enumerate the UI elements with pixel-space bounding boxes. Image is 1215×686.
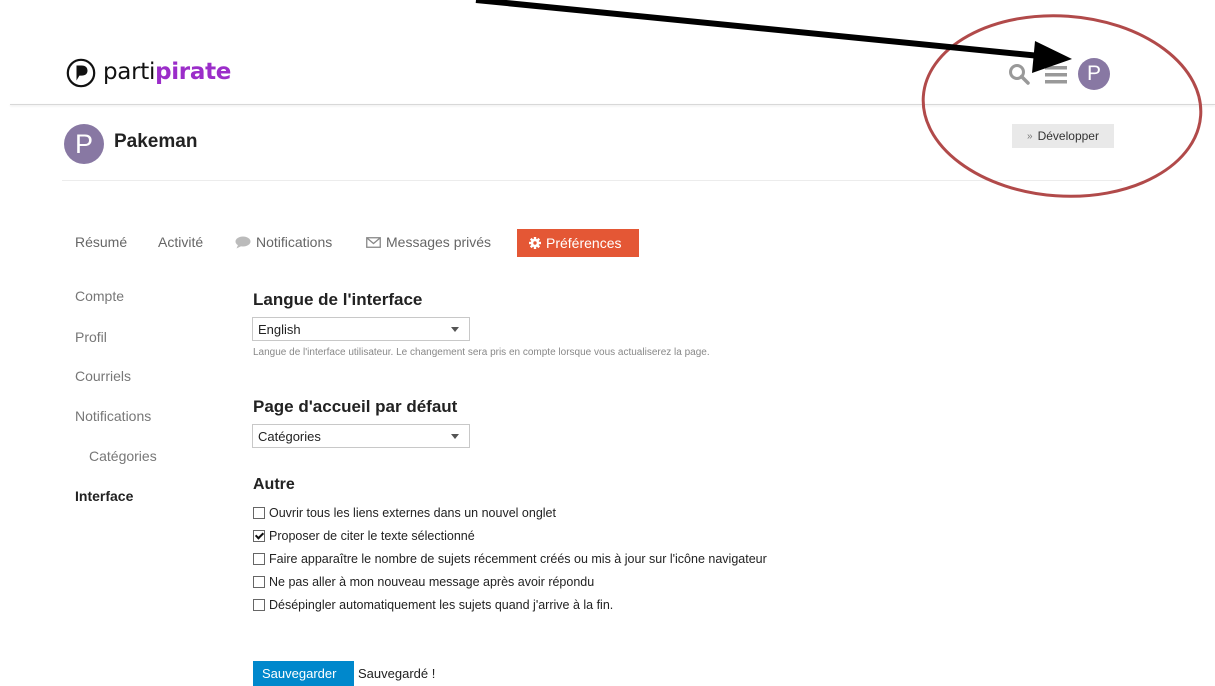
current-user-avatar[interactable]: P — [1078, 58, 1110, 90]
tab-notifications-label: Notifications — [256, 234, 333, 250]
default-home-select[interactable]: Catégories — [252, 424, 470, 448]
default-home-value: Catégories — [258, 428, 321, 444]
speech-bubble-icon — [235, 236, 251, 248]
pirate-party-logo-icon — [66, 58, 96, 88]
tab-activity[interactable]: Activité — [158, 234, 203, 250]
tab-private-messages-label: Messages privés — [386, 234, 492, 250]
option-label: Ouvrir tous les liens externes dans un n… — [269, 506, 556, 520]
user-divider — [62, 180, 1122, 181]
other-title: Autre — [253, 476, 295, 493]
interface-language-value: English — [258, 321, 301, 337]
checkbox[interactable] — [253, 553, 265, 565]
envelope-icon — [366, 236, 381, 248]
annotation-overlay — [475, 0, 1203, 198]
checkbox-checked[interactable] — [253, 530, 265, 542]
tab-summary[interactable]: Résumé — [75, 234, 127, 250]
header-divider — [10, 104, 1215, 105]
logo-prefix: parti — [103, 59, 156, 85]
option-label: Désépingler automatiquement les sujets q… — [269, 598, 614, 612]
logo[interactable]: partipirate — [66, 58, 231, 88]
tab-preferences[interactable]: Préférences — [517, 229, 639, 257]
sidebar-item-interface[interactable]: Interface — [75, 488, 133, 504]
expand-button[interactable]: » Développer — [1012, 124, 1114, 148]
option-label: Ne pas aller à mon nouveau message après… — [269, 575, 595, 589]
interface-language-title: Langue de l'interface — [253, 290, 423, 309]
tab-private-messages[interactable]: Messages privés — [366, 234, 491, 250]
interface-language-select[interactable]: English — [252, 317, 470, 341]
logo-suffix: pirate — [155, 59, 232, 85]
tab-summary-label: Résumé — [75, 234, 128, 250]
gear-icon — [529, 237, 541, 249]
sidebar-item-profile[interactable]: Profil — [75, 329, 107, 345]
annotation-arrow-line — [475, 0, 1041, 59]
logo-wordmark: partipirate — [103, 59, 231, 85]
dropdown-caret-icon — [451, 326, 459, 332]
sidebar-item-emails[interactable]: Courriels — [75, 368, 131, 384]
annotation-ellipse — [921, 14, 1203, 198]
dropdown-caret-icon — [451, 433, 459, 439]
hamburger-menu-icon[interactable] — [1043, 64, 1069, 86]
option-open-external-links[interactable]: Ouvrir tous les liens externes dans un n… — [253, 506, 556, 520]
option-label: Proposer de citer le texte sélectionné — [269, 529, 475, 543]
option-no-jump-after-reply[interactable]: Ne pas aller à mon nouveau message après… — [253, 575, 594, 589]
sidebar-item-categories[interactable]: Catégories — [89, 448, 157, 464]
option-favicon-topic-count[interactable]: Faire apparaître le nombre de sujets réc… — [253, 552, 767, 566]
sidebar-item-notifications[interactable]: Notifications — [75, 408, 151, 424]
checkbox[interactable] — [253, 576, 265, 588]
double-chevron-down-icon: » — [1027, 130, 1033, 142]
option-auto-unpin-topics[interactable]: Désépingler automatiquement les sujets q… — [253, 598, 613, 612]
default-home-title: Page d'accueil par défaut — [253, 397, 458, 416]
option-label: Faire apparaître le nombre de sujets réc… — [269, 552, 767, 566]
username: Pakeman — [114, 131, 198, 152]
option-quote-selected-text[interactable]: Proposer de citer le texte sélectionné — [253, 529, 475, 543]
tab-preferences-label: Préférences — [546, 235, 622, 251]
interface-language-hint: Langue de l'interface utilisateur. Le ch… — [253, 347, 710, 358]
checkbox[interactable] — [253, 599, 265, 611]
tab-activity-label: Activité — [158, 234, 204, 250]
search-icon[interactable] — [1007, 62, 1031, 86]
user-avatar[interactable]: P — [64, 124, 104, 164]
saved-status: Sauvegardé ! — [358, 666, 436, 681]
tab-notifications[interactable]: Notifications — [235, 234, 332, 250]
sidebar-item-account[interactable]: Compte — [75, 288, 124, 304]
checkbox[interactable] — [253, 507, 265, 519]
expand-button-label: Développer — [1037, 129, 1099, 143]
save-button[interactable]: Sauvegarder — [253, 661, 354, 686]
